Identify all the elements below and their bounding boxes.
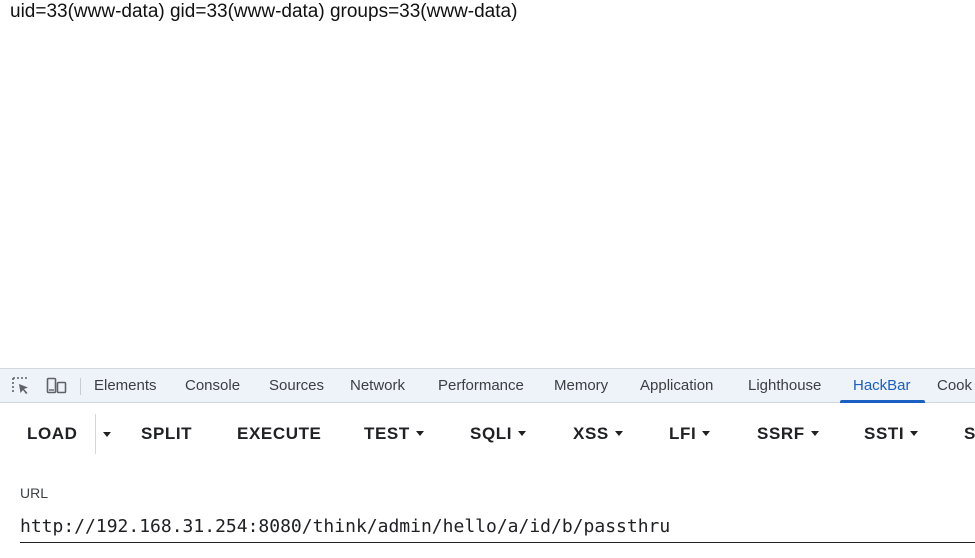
chevron-down-icon bbox=[810, 431, 819, 437]
chevron-down-icon bbox=[518, 431, 527, 437]
load-button[interactable]: LOAD bbox=[27, 412, 78, 456]
load-divider bbox=[95, 414, 96, 454]
ssti-label: SSTI bbox=[864, 424, 905, 443]
execute-button[interactable]: EXECUTE bbox=[237, 412, 322, 456]
ssrf-label: SSRF bbox=[757, 424, 805, 443]
test-label: TEST bbox=[364, 424, 410, 443]
tab-console[interactable]: Console bbox=[185, 369, 240, 403]
url-input[interactable] bbox=[20, 511, 975, 543]
test-menu-button[interactable]: TEST bbox=[364, 412, 424, 456]
lfi-menu-button[interactable]: LFI bbox=[669, 412, 711, 456]
device-toolbar-icon[interactable] bbox=[46, 377, 68, 395]
hackbar-toolbar: LOAD SPLIT EXECUTE TEST SQLI XSS LFI SSR… bbox=[0, 412, 975, 456]
ssrf-menu-button[interactable]: SSRF bbox=[757, 412, 819, 456]
xss-label: XSS bbox=[573, 424, 609, 443]
ssti-menu-button[interactable]: SSTI bbox=[864, 412, 919, 456]
inspect-element-icon[interactable] bbox=[12, 377, 30, 395]
lfi-label: LFI bbox=[669, 424, 697, 443]
chevron-down-icon bbox=[614, 431, 623, 437]
url-label: URL bbox=[20, 485, 49, 501]
chevron-down-icon bbox=[415, 431, 424, 437]
load-dropdown-chevron-icon[interactable] bbox=[103, 432, 111, 437]
chevron-down-icon bbox=[910, 431, 919, 437]
chevron-down-icon bbox=[702, 431, 711, 437]
tab-elements[interactable]: Elements bbox=[94, 369, 157, 403]
tab-cookies[interactable]: Cook bbox=[937, 369, 972, 403]
tab-network[interactable]: Network bbox=[350, 369, 405, 403]
toolbar-divider bbox=[80, 378, 81, 395]
tab-lighthouse[interactable]: Lighthouse bbox=[748, 369, 821, 403]
active-tab-indicator bbox=[840, 400, 925, 403]
tab-memory[interactable]: Memory bbox=[554, 369, 608, 403]
split-button[interactable]: SPLIT bbox=[141, 412, 192, 456]
tab-hackbar[interactable]: HackBar bbox=[853, 369, 911, 403]
xss-menu-button[interactable]: XSS bbox=[573, 412, 623, 456]
devtools-tab-bar: Elements Console Sources Network Perform… bbox=[0, 368, 975, 403]
load-button-label: LOAD bbox=[27, 424, 78, 443]
overflow-menu-button[interactable]: S bbox=[964, 412, 975, 456]
sqli-menu-button[interactable]: SQLI bbox=[470, 412, 527, 456]
tab-sources[interactable]: Sources bbox=[269, 369, 324, 403]
tab-performance[interactable]: Performance bbox=[438, 369, 524, 403]
sqli-label: SQLI bbox=[470, 424, 513, 443]
tab-application[interactable]: Application bbox=[640, 369, 713, 403]
command-output: uid=33(www-data) gid=33(www-data) groups… bbox=[10, 1, 518, 22]
devtools-panel: Elements Console Sources Network Perform… bbox=[0, 368, 975, 558]
